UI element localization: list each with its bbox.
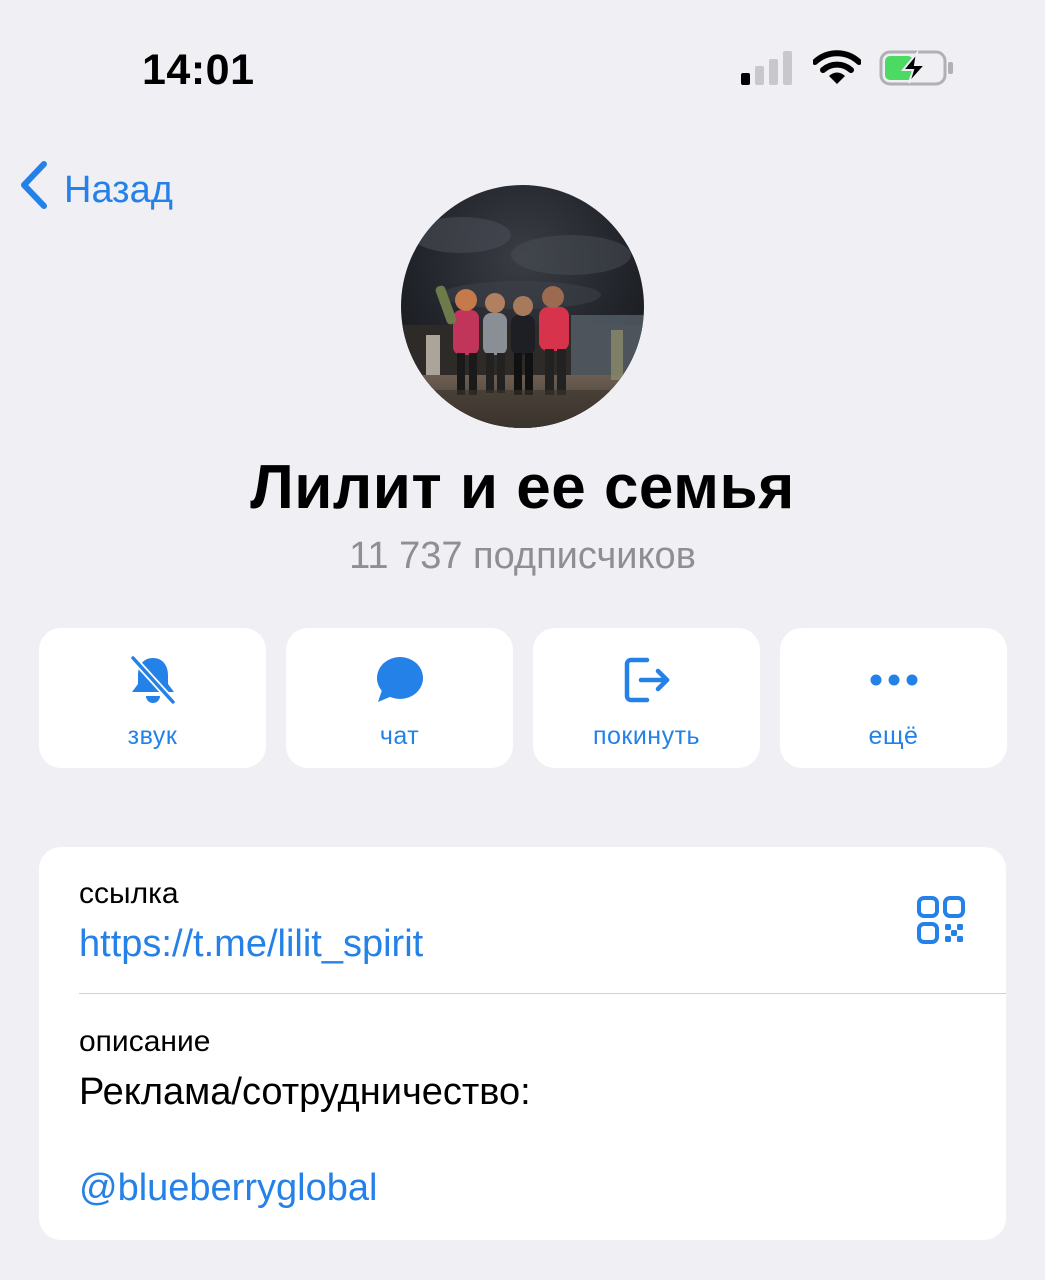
cellular-signal-icon xyxy=(741,50,795,90)
info-card: ссылка https://t.me/lilit_spirit описани… xyxy=(39,847,1006,1240)
channel-avatar[interactable] xyxy=(401,185,644,428)
qr-code-icon[interactable] xyxy=(916,895,966,945)
bell-slash-icon xyxy=(127,654,179,706)
wifi-icon xyxy=(812,49,862,91)
status-time: 14:01 xyxy=(142,46,255,94)
more-button[interactable]: ещё xyxy=(780,628,1007,768)
leave-icon xyxy=(621,654,673,706)
channel-link[interactable]: https://t.me/lilit_spirit xyxy=(79,923,423,966)
back-label: Назад xyxy=(64,168,173,211)
chat-bubble-icon xyxy=(374,654,426,706)
channel-title: Лилит и ее семья xyxy=(250,453,795,522)
description-text: Реклама/сотрудничество: xyxy=(79,1071,531,1113)
subscriber-count: 11 737 подписчиков xyxy=(349,535,696,577)
action-bar: звук чат покинуть ещё xyxy=(39,628,1007,768)
more-icon xyxy=(868,654,920,706)
status-bar: 14:01 xyxy=(0,0,1045,140)
mute-button[interactable]: звук xyxy=(39,628,266,768)
more-label: ещё xyxy=(868,722,919,750)
back-button[interactable]: Назад xyxy=(18,160,173,220)
divider xyxy=(79,993,1006,994)
status-icons xyxy=(741,48,955,91)
battery-charging-icon xyxy=(879,48,955,91)
leave-label: покинуть xyxy=(592,722,701,750)
chevron-left-icon xyxy=(18,160,50,220)
mute-label: звук xyxy=(127,722,178,750)
description-label: описание xyxy=(79,1025,211,1058)
link-label: ссылка xyxy=(79,877,179,910)
leave-button[interactable]: покинуть xyxy=(533,628,760,768)
chat-label: чат xyxy=(379,722,420,750)
chat-button[interactable]: чат xyxy=(286,628,513,768)
description-contact-link[interactable]: @blueberryglobal xyxy=(79,1167,377,1210)
